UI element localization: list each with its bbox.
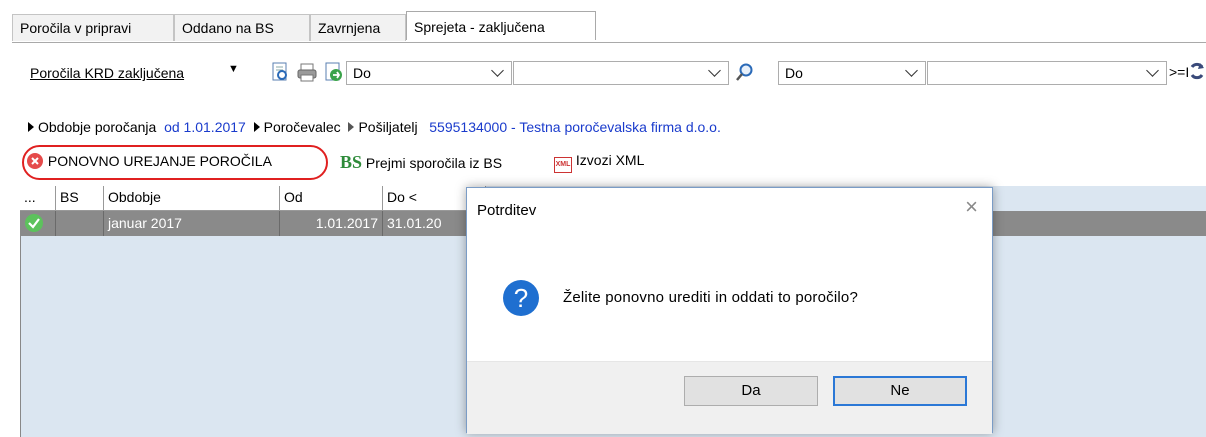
row-od-cell: 1.01.2017 bbox=[280, 211, 383, 236]
filter-summary: Obdobje poročanja od 1.01.2017 Poročeval… bbox=[28, 119, 721, 135]
operator-label: >=I bbox=[1169, 64, 1190, 80]
preview-document-icon[interactable] bbox=[270, 61, 290, 83]
dropdown-arrow-icon[interactable]: ▼ bbox=[228, 63, 239, 75]
chevron-down-icon bbox=[1146, 64, 1159, 77]
receive-bs-label: Prejmi sporočila iz BS bbox=[365, 155, 503, 171]
reporter-label: Poročevalec bbox=[263, 119, 341, 135]
expand-triangle-icon[interactable] bbox=[253, 122, 260, 132]
receive-bs-messages-button[interactable]: BS Prejmi sporočila iz BS bbox=[340, 152, 502, 173]
sender-value-link[interactable]: 5595134000 - Testna poročevalska firma d… bbox=[429, 119, 721, 135]
column-header-od[interactable]: Od bbox=[280, 186, 383, 210]
no-button[interactable]: Ne bbox=[833, 376, 967, 406]
tab-porocila-v-pripravi[interactable]: Poročila v pripravi bbox=[12, 14, 174, 41]
chevron-down-icon bbox=[708, 64, 721, 77]
tab-strip: Poročila v pripravi Oddano na BS Zavrnje… bbox=[12, 11, 1206, 43]
grid-header: ... BS Obdobje Od Do < bbox=[20, 186, 486, 211]
confirm-dialog: Potrditev × ? Želite ponovno urediti in … bbox=[466, 187, 993, 434]
row-status-cell bbox=[20, 211, 56, 236]
column-header-bs[interactable]: BS bbox=[56, 186, 104, 210]
export-xml-label: Izvozi XML bbox=[575, 152, 645, 168]
close-icon[interactable]: × bbox=[965, 196, 978, 218]
column-header-obdobje[interactable]: Obdobje bbox=[104, 186, 280, 210]
reedit-report-button[interactable]: PONOVNO UREJANJE POROČILA bbox=[26, 152, 272, 170]
filter1-operator-select[interactable]: Do bbox=[346, 61, 512, 85]
row-bs-cell bbox=[56, 211, 104, 236]
chevron-down-icon bbox=[491, 64, 504, 77]
report-menu-link[interactable]: Poročila KRD zaključena bbox=[30, 65, 184, 81]
tab-sprejeta-zakljucena[interactable]: Sprejeta - zaključena bbox=[406, 11, 596, 40]
period-value-link[interactable]: od 1.01.2017 bbox=[164, 119, 246, 135]
dialog-body: ? Želite ponovno urediti in oddati to po… bbox=[467, 233, 992, 361]
dialog-footer: Da Ne bbox=[467, 361, 992, 434]
refresh-icon[interactable] bbox=[1188, 61, 1206, 83]
tab-oddano-na-bs[interactable]: Oddano na BS bbox=[174, 14, 310, 41]
red-cancel-icon bbox=[27, 153, 43, 169]
row-obdobje-cell: januar 2017 bbox=[104, 211, 280, 236]
export-document-icon[interactable] bbox=[322, 61, 344, 83]
column-header-menu[interactable]: ... bbox=[20, 186, 56, 210]
reedit-report-label: PONOVNO UREJANJE POROČILA bbox=[47, 153, 272, 169]
tab-zavrnjena[interactable]: Zavrnjena bbox=[310, 14, 406, 41]
check-circle-icon bbox=[25, 214, 43, 232]
export-xml-button[interactable]: XML Izvozi XML bbox=[554, 152, 644, 173]
filter1-value-select[interactable] bbox=[513, 61, 729, 85]
chevron-down-icon bbox=[905, 64, 918, 77]
sender-label: Pošiljatelj bbox=[358, 119, 418, 135]
filter2-value-select[interactable] bbox=[927, 61, 1167, 85]
bs-logo-icon: BS bbox=[340, 152, 363, 172]
question-icon: ? bbox=[503, 280, 539, 316]
yes-button[interactable]: Da bbox=[684, 376, 818, 406]
period-label: Obdobje poročanja bbox=[38, 119, 157, 135]
xml-file-icon: XML bbox=[554, 157, 572, 173]
filter2-operator-select[interactable]: Do bbox=[778, 61, 926, 85]
expand-triangle-icon[interactable] bbox=[28, 122, 34, 132]
collapsed-triangle-icon[interactable] bbox=[348, 122, 355, 132]
printer-icon[interactable] bbox=[296, 62, 318, 82]
dialog-message: Želite ponovno urediti in oddati to poro… bbox=[563, 289, 859, 306]
search-icon[interactable] bbox=[735, 62, 755, 82]
dialog-title: Potrditev bbox=[477, 202, 537, 219]
